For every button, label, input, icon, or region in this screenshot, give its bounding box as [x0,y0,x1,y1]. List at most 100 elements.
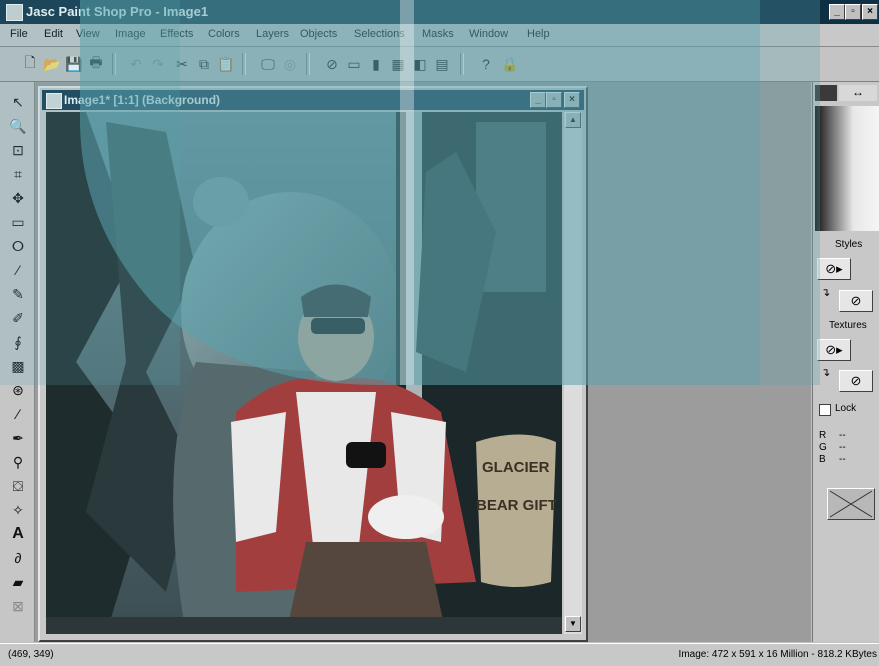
menu-colors[interactable]: Colors [208,28,240,40]
paintbrush-tool-icon[interactable]: ✎ [8,284,28,304]
foreground-texture-swatch[interactable]: ⊘▸ [817,339,851,361]
menu-layers[interactable]: Layers [256,28,289,40]
menu-bar: File Edit View Image Effects Colors Laye… [0,24,879,47]
draw-tool-icon[interactable]: ∂ [8,548,28,568]
foreground-style-swatch[interactable]: ⊘▸ [817,258,851,280]
menu-edit[interactable]: Edit [44,28,63,40]
image-window: Image1* [1:1] (Background) _ ▫ × GLACIER… [38,86,588,642]
context-help-icon[interactable]: ? [476,54,496,74]
image-window-title-bar[interactable]: Image1* [1:1] (Background) _ ▫ × [42,90,584,110]
print-icon[interactable]: 🖶 [86,54,106,74]
r-label: R [819,430,827,441]
image-icon [46,93,62,109]
menu-image[interactable]: Image [115,28,146,40]
image-canvas[interactable]: GLACIER BEAR GIFT [46,112,562,634]
save-icon[interactable]: 💾 [64,54,84,74]
paste-icon[interactable]: 📋 [216,54,236,74]
close-button[interactable]: × [862,4,878,20]
undo-icon[interactable]: ↶ [126,54,146,74]
background-texture-swatch[interactable]: ⊘ [839,370,873,392]
flood-fill-icon[interactable]: ⛋ [8,476,28,496]
cursor-coordinates: (469, 349) [8,649,54,660]
b-label: B [819,454,826,465]
maximize-button[interactable]: ▫ [845,4,861,20]
sign-text-bear-gift: BEAR GIFT [476,497,557,514]
tool-palette: ↖ 🔍 ⊡ ⌗ ✥ ▭ ⵔ ⁄ ✎ ✐ ∮ ▩ ⊛ ∕ ✒ ⚲ ⛋ ✧ A ∂ … [0,82,35,642]
scroll-up-button[interactable]: ▲ [565,112,581,128]
image-minimize-button[interactable]: _ [530,92,546,108]
freehand-tool-icon[interactable]: ⵔ [8,236,28,256]
retouch-tool-icon[interactable]: ▩ [8,356,28,376]
menu-masks[interactable]: Masks [422,28,454,40]
menu-selections[interactable]: Selections [354,28,405,40]
image-close-button[interactable]: × [564,92,580,108]
full-screen-preview-icon[interactable]: 🖵 [258,54,278,74]
toggle-histogram-icon[interactable]: ▮ [366,54,386,74]
menu-help[interactable]: Help [527,28,550,40]
app-icon[interactable] [6,4,23,21]
vertical-scrollbar[interactable]: ▲ ▼ [564,112,582,634]
menu-window[interactable]: Window [469,28,508,40]
dropper-tool-icon[interactable]: ⁄ [8,260,28,280]
toggle-tool-palette-icon[interactable]: ⊘ [322,54,342,74]
open-icon[interactable]: 📂 [42,54,62,74]
toolbar-separator [242,53,246,75]
lock-icon[interactable]: 🔒 [500,54,520,74]
window-title: Jasc Paint Shop Pro - Image1 [26,4,209,19]
r-value: -- [839,430,846,441]
swap-textures-icon[interactable]: ↴ [821,366,830,379]
menu-view[interactable]: View [76,28,100,40]
image-info: Image: 472 x 591 x 16 Million - 818.2 KB… [678,649,877,660]
vector-object-icon[interactable]: ✧ [8,500,28,520]
color-picker[interactable] [815,106,879,231]
redo-icon[interactable]: ↷ [148,54,168,74]
background-style-swatch[interactable]: ⊘ [839,290,873,312]
title-bar: Jasc Paint Shop Pro - Image1 _ ▫ × [0,0,879,24]
scratch-remover-icon[interactable]: ⊛ [8,380,28,400]
menu-objects[interactable]: Objects [300,28,337,40]
clone-brush-icon[interactable]: ✐ [8,308,28,328]
toolbar-separator [306,53,310,75]
new-icon[interactable]: 🗋 [20,54,40,74]
styles-label: Styles [835,239,863,250]
cut-icon[interactable]: ✂ [172,54,192,74]
expand-arrows-icon[interactable]: ↔ [839,85,877,101]
eraser-tool-icon[interactable]: ∕ [8,404,28,424]
swap-colors-icon[interactable]: ↴ [821,286,830,299]
toggle-style-bar-icon[interactable]: ▭ [344,54,364,74]
copy-icon[interactable]: ⧉ [194,54,214,74]
preset-shapes-icon[interactable]: ▰ [8,572,28,592]
toggle-overview-icon[interactable]: ◧ [410,54,430,74]
image-window-title: Image1* [1:1] (Background) [64,93,221,107]
toolbar-separator [112,53,116,75]
palette-tab-swatch[interactable] [815,85,837,101]
crop-tool-icon[interactable]: ⌗ [8,164,28,184]
menu-file[interactable]: File [10,28,28,40]
picture-tube-icon[interactable]: ✒ [8,428,28,448]
browse-icon[interactable]: ◎ [280,54,300,74]
g-value: -- [839,442,846,453]
toggle-controls-icon[interactable]: ▤ [432,54,452,74]
image-maximize-button[interactable]: ▫ [546,92,562,108]
textures-label: Textures [829,320,867,331]
minimize-button[interactable]: _ [829,4,845,20]
g-label: G [819,442,827,453]
mover-tool-icon[interactable]: ✥ [8,188,28,208]
zoom-tool-icon[interactable]: 🔍 [8,116,28,136]
no-color-icon [829,490,873,518]
text-tool-icon[interactable]: A [8,524,28,544]
lock-label: Lock [835,403,857,414]
toggle-layer-palette-icon[interactable]: ▦ [388,54,408,74]
menu-effects[interactable]: Effects [160,28,193,40]
arrow-tool-icon[interactable]: ↖ [8,92,28,112]
selection-tool-icon[interactable]: ▭ [8,212,28,232]
color-replacer-icon[interactable]: ∮ [8,332,28,352]
color-preview-box [827,488,875,520]
scroll-down-button[interactable]: ▼ [565,616,581,632]
color-palette: ↔ Styles ⊘▸ ↴ ⊘ Textures ⊘▸ ↴ ⊘ Lock R -… [812,82,879,642]
photo-content: GLACIER BEAR GIFT [46,112,562,634]
lock-checkbox[interactable] [819,404,831,416]
object-selector-icon[interactable]: ⊠ [8,596,28,616]
airbrush-icon[interactable]: ⚲ [8,452,28,472]
deformation-tool-icon[interactable]: ⊡ [8,140,28,160]
